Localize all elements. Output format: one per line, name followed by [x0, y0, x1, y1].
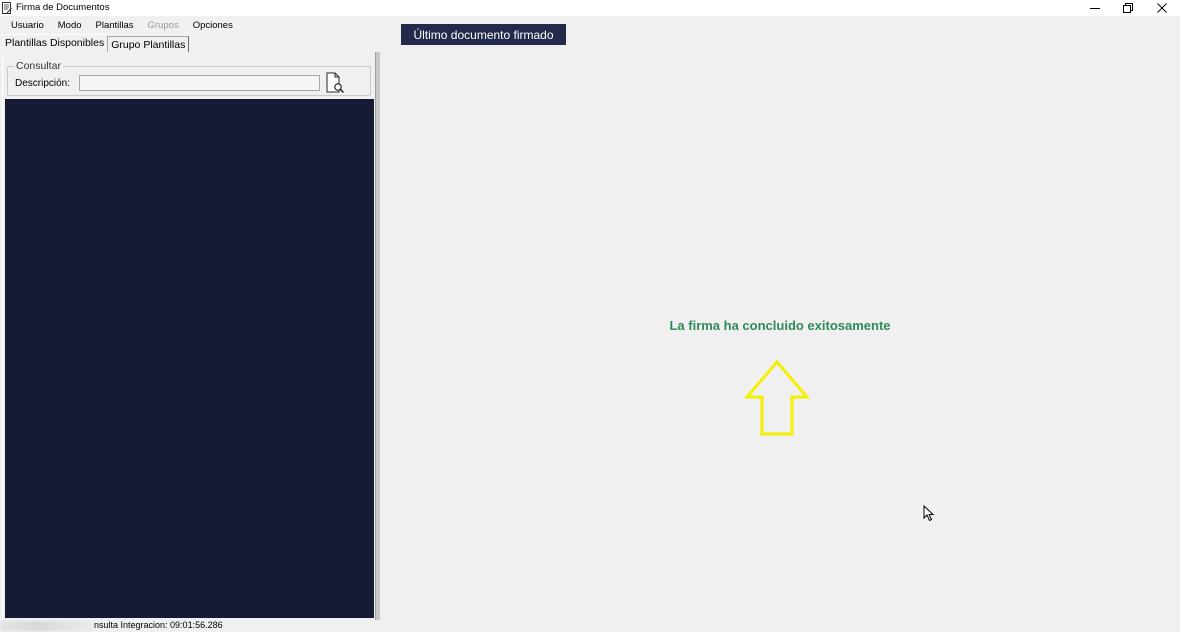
mouse-cursor-icon — [923, 505, 935, 522]
templates-panel: Consultar Descripción: — [2, 52, 380, 620]
menu-plantillas[interactable]: Plantillas — [89, 20, 141, 31]
panel-splitter[interactable] — [376, 52, 380, 620]
templates-list[interactable] — [5, 99, 374, 618]
minimize-icon — [1090, 8, 1100, 9]
search-button[interactable] — [325, 72, 345, 94]
title-bar: Firma de Documentos — [0, 0, 1180, 16]
redacted-status-segment — [0, 621, 94, 631]
window-title: Firma de Documentos — [16, 2, 110, 13]
close-icon — [1157, 3, 1167, 13]
restore-icon — [1123, 3, 1133, 13]
minimize-button[interactable] — [1078, 0, 1112, 16]
menu-grupos: Grupos — [147, 19, 179, 31]
close-button[interactable] — [1145, 0, 1179, 16]
status-bar: nsulta Integracion: 09:01:56.286 — [0, 620, 1180, 632]
document-app-icon — [2, 2, 12, 14]
menu-modo[interactable]: Modo — [51, 20, 89, 31]
up-arrow-outline-icon — [744, 359, 810, 436]
status-text: nsulta Integracion: 09:01:56.286 — [94, 620, 223, 630]
menu-usuario[interactable]: Usuario — [4, 20, 51, 31]
menu-bar: Usuario Modo Plantillas Grupos Opciones — [0, 17, 378, 33]
description-label: Descripción: — [15, 78, 71, 89]
restore-button[interactable] — [1111, 0, 1145, 16]
success-message: La firma ha concluido exitosamente — [669, 318, 891, 333]
tab-grupo-plantillas[interactable]: Grupo Plantillas — [107, 36, 190, 52]
tab-plantillas-disponibles[interactable]: Plantillas Disponibles — [2, 34, 108, 52]
document-search-icon — [326, 72, 345, 94]
menu-opciones[interactable]: Opciones — [186, 20, 240, 31]
tab-strip: Plantillas Disponibles Grupo Plantillas — [2, 34, 190, 52]
description-input[interactable] — [79, 75, 320, 91]
search-group: Consultar Descripción: — [7, 60, 371, 96]
last-signed-document-button[interactable]: Último documento firmado — [401, 24, 566, 45]
search-group-title: Consultar — [14, 60, 63, 72]
